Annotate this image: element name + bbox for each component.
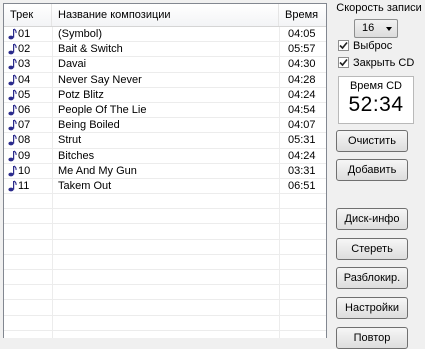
track-number: 02 [18, 43, 31, 56]
music-note-icon [8, 89, 17, 101]
table-row[interactable]: 04 Never Say Never 04:28 [4, 73, 326, 88]
track-number: 01 [18, 28, 31, 40]
table-row[interactable]: 03 Davai 04:30 [4, 57, 326, 73]
music-note-icon [8, 165, 17, 177]
track-number: 08 [18, 134, 31, 147]
table-row[interactable]: 06 People Of The Lie 04:54 [4, 103, 326, 119]
music-note-icon [8, 43, 17, 55]
empty-row [4, 285, 326, 301]
cd-time-value: 52:34 [348, 93, 404, 116]
cd-time-label: Время CD [349, 80, 403, 92]
table-row[interactable]: 01 (Symbol) 04:05 [4, 27, 326, 43]
music-note-icon [8, 180, 17, 192]
track-number: 06 [18, 103, 31, 116]
table-row[interactable]: 09 Bitches 04:24 [4, 149, 326, 164]
erase-button[interactable]: Стереть [336, 238, 408, 260]
track-duration: 04:24 [288, 88, 316, 101]
music-note-icon [8, 150, 17, 161]
track-number: 11 [18, 179, 30, 192]
empty-row [4, 300, 326, 316]
settings-button[interactable]: Настройки [336, 297, 408, 319]
eject-label: Выброс [353, 40, 393, 52]
music-note-icon [8, 74, 17, 85]
track-title: (Symbol) [58, 28, 103, 40]
close-cd-checkbox[interactable] [338, 57, 349, 68]
track-number: 03 [18, 58, 31, 71]
table-row[interactable]: 10 Me And My Gun 03:31 [4, 164, 326, 179]
table-row[interactable]: 11 Takem Out 06:51 [4, 179, 326, 195]
column-header-track[interactable]: Трек [4, 4, 52, 26]
track-number: 09 [18, 149, 31, 162]
music-note-icon [8, 104, 17, 116]
music-note-icon [8, 28, 17, 40]
empty-row [4, 240, 326, 255]
track-title: People Of The Lie [58, 103, 147, 116]
empty-row [4, 316, 326, 331]
track-duration: 04:30 [288, 58, 316, 71]
close-cd-label: Закрыть CD [353, 57, 415, 69]
track-duration: 05:31 [288, 134, 316, 147]
track-title: Davai [58, 58, 87, 71]
checkmark-icon [339, 41, 348, 50]
write-speed-label: Скорость записи [336, 2, 422, 14]
track-duration: 05:57 [288, 43, 316, 56]
track-title: Bitches [58, 149, 95, 162]
chevron-down-icon [386, 27, 392, 31]
empty-row [4, 270, 326, 286]
track-title: Never Say Never [58, 73, 142, 86]
music-note-icon [8, 134, 17, 146]
unlock-button[interactable]: Разблокир. [336, 267, 408, 289]
track-title: Being Boiled [58, 119, 120, 132]
clear-button[interactable]: Очистить [336, 130, 408, 152]
cd-time-panel: Время CD 52:34 [338, 76, 414, 124]
empty-row [4, 255, 326, 270]
disc-info-button[interactable]: Диск-инфо [336, 208, 408, 230]
column-header-time[interactable]: Время [279, 4, 326, 26]
track-title: Me And My Gun [58, 164, 137, 177]
track-duration: 04:24 [288, 149, 316, 162]
track-duration: 04:28 [288, 73, 316, 86]
empty-row [4, 209, 326, 225]
track-number: 07 [18, 119, 31, 132]
track-duration: 04:05 [288, 28, 316, 40]
track-duration: 06:51 [288, 179, 316, 192]
track-number: 05 [18, 88, 31, 101]
track-duration: 03:31 [288, 164, 316, 177]
table-row[interactable]: 05 Potz Blitz 04:24 [4, 88, 326, 103]
track-title: Takem Out [58, 179, 112, 192]
checkmark-icon [339, 58, 348, 67]
music-note-icon [8, 58, 17, 70]
track-number: 04 [18, 73, 31, 86]
track-title: Strut [58, 134, 82, 147]
track-title: Potz Blitz [58, 88, 104, 101]
track-title: Bait & Switch [58, 43, 123, 56]
track-duration: 04:07 [288, 119, 316, 132]
empty-row [4, 224, 326, 240]
track-list-body: 01 (Symbol) 04:05 02 Bait & Switch 05:57 03 Dav… [4, 27, 326, 331]
repeat-button[interactable]: Повтор [336, 327, 408, 349]
empty-row [4, 194, 326, 210]
music-note-icon [8, 119, 17, 131]
table-row[interactable]: 02 Bait & Switch 05:57 [4, 42, 326, 58]
table-row[interactable]: 07 Being Boiled 04:07 [4, 118, 326, 134]
side-panel: Скорость записи 16 Выброс Закрыть CD Вре… [330, 0, 425, 349]
track-list-header: Трек Название композиции Время [4, 4, 326, 27]
table-row[interactable]: 08 Strut 05:31 [4, 133, 326, 149]
track-number: 10 [18, 164, 31, 177]
write-speed-value: 16 [362, 22, 375, 34]
write-speed-select[interactable]: 16 [354, 19, 398, 38]
add-button[interactable]: Добавить [336, 159, 408, 181]
eject-checkbox[interactable] [338, 40, 349, 51]
track-list[interactable]: Трек Название композиции Время 01 (Symbol… [3, 3, 327, 338]
column-header-title[interactable]: Название композиции [52, 4, 279, 26]
track-duration: 04:54 [288, 103, 316, 116]
